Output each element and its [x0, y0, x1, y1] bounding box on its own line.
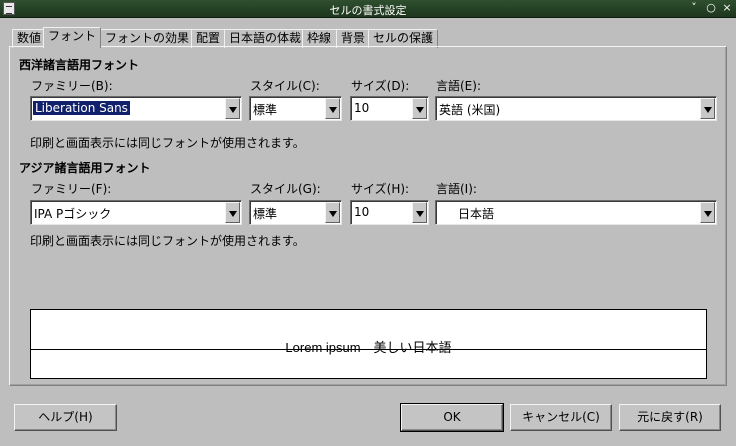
help-button[interactable]: ヘルプ(H)	[14, 404, 117, 431]
font-preview: Lorem ipsum 美しい日本語	[30, 309, 707, 379]
western-font-note: 印刷と画面表示には同じフォントが使用されます。	[30, 136, 305, 150]
dropdown-arrow-icon[interactable]	[325, 202, 340, 223]
asian-size-combo[interactable]: 10	[350, 200, 429, 225]
asian-font-heading: アジア諸言語用フォント	[19, 161, 151, 175]
western-size-label: サイズ(D):	[351, 79, 410, 93]
asian-style-combo[interactable]: 標準	[249, 200, 342, 225]
asian-family-value: IPA Pゴシック	[34, 207, 112, 221]
western-font-heading: 西洋諸言語用フォント	[19, 58, 140, 72]
minimize-icon[interactable]: ˅	[687, 1, 701, 15]
asian-language-combo[interactable]: 日本語	[435, 200, 717, 225]
title-bar: セルの書式設定 ˅ ○ ×	[0, 0, 736, 18]
dropdown-arrow-icon[interactable]	[412, 202, 427, 223]
western-family-value: Liberation Sans	[33, 101, 130, 115]
reset-button[interactable]: 元に戻す(R)	[619, 404, 721, 431]
tab-font[interactable]: フォント	[43, 27, 101, 48]
asian-size-value: 10	[354, 205, 370, 219]
asian-style-value: 標準	[253, 207, 278, 221]
dropdown-arrow-icon[interactable]	[225, 98, 240, 119]
cancel-button[interactable]: キャンセル(C)	[510, 404, 612, 431]
western-style-combo[interactable]: 標準	[249, 96, 342, 121]
western-size-value: 10	[354, 101, 370, 115]
western-style-label: スタイル(C):	[250, 79, 320, 93]
asian-font-note: 印刷と画面表示には同じフォントが使用されます。	[30, 234, 305, 248]
western-family-combo[interactable]: Liberation Sans	[30, 96, 242, 121]
dropdown-arrow-icon[interactable]	[225, 202, 240, 223]
close-icon[interactable]: ×	[720, 1, 734, 15]
western-language-combo[interactable]: 英語 (米国)	[435, 96, 717, 121]
asian-family-combo[interactable]: IPA Pゴシック	[30, 200, 242, 225]
western-size-combo[interactable]: 10	[350, 96, 429, 121]
window-title: セルの書式設定	[329, 4, 407, 17]
western-language-value: 英語 (米国)	[439, 103, 501, 117]
western-family-label: ファミリー(B):	[31, 79, 113, 93]
asian-language-label: 言語(I):	[436, 182, 477, 196]
asian-size-label: サイズ(H):	[351, 182, 410, 196]
maximize-icon[interactable]: ○	[704, 1, 718, 15]
western-language-label: 言語(E):	[436, 79, 481, 93]
asian-family-label: ファミリー(F):	[31, 182, 112, 196]
font-tab-panel: 西洋諸言語用フォント ファミリー(B): スタイル(C): サイズ(D): 言語…	[9, 46, 727, 386]
preview-sample-text: Lorem ipsum 美しい日本語	[285, 340, 452, 355]
dropdown-arrow-icon[interactable]	[700, 202, 715, 223]
dropdown-arrow-icon[interactable]	[700, 98, 715, 119]
ok-button[interactable]: OK	[400, 403, 504, 432]
asian-style-label: スタイル(G):	[250, 182, 321, 196]
dropdown-arrow-icon[interactable]	[325, 98, 340, 119]
asian-language-value: 日本語	[458, 207, 495, 221]
western-style-value: 標準	[253, 103, 278, 117]
dropdown-arrow-icon[interactable]	[412, 98, 427, 119]
